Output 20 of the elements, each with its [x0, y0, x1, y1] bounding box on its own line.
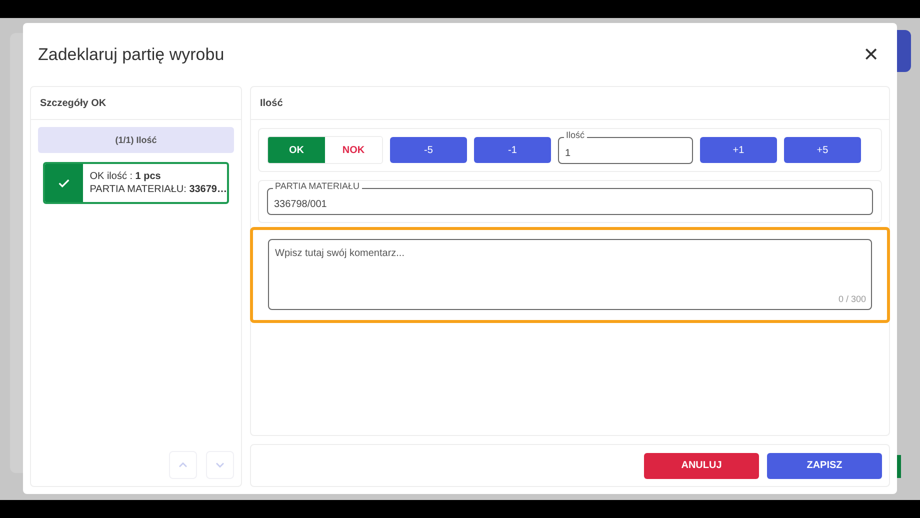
cancel-button[interactable]: ANULUJ	[644, 452, 759, 478]
close-button[interactable]: ✕	[857, 42, 885, 68]
decrement-button[interactable]: -5	[390, 137, 467, 163]
increment-button[interactable]: +1	[700, 137, 777, 163]
group-header[interactable]: (1/1) Ilość	[38, 127, 234, 153]
field-label: Ilość	[564, 130, 587, 140]
field-label: PARTIA MATERIAŁU	[273, 181, 362, 192]
panel-title: Szczegóły OK	[31, 87, 241, 120]
decrement-button[interactable]: -1	[474, 137, 551, 163]
character-counter: 0 / 300	[838, 294, 866, 304]
quantity-field[interactable]: 1	[558, 136, 693, 164]
item-text: PARTIA MATERIAŁU: 33679…	[90, 183, 227, 196]
item-text: OK ilość : 1 pcs	[90, 170, 162, 183]
panel-title: Ilość	[251, 87, 889, 120]
increment-button[interactable]: +5	[784, 137, 861, 163]
save-button[interactable]: ZAPISZ	[767, 452, 882, 478]
batch-item-card[interactable]: OK ilość : 1 pcs PARTIA MATERIAŁU: 33679…	[43, 162, 229, 204]
batch-field[interactable]: 336798/001	[267, 188, 873, 215]
toggle-option[interactable]: OK	[268, 137, 325, 163]
dialog-title: Zadeklaruj partię wyrobu	[38, 44, 224, 64]
